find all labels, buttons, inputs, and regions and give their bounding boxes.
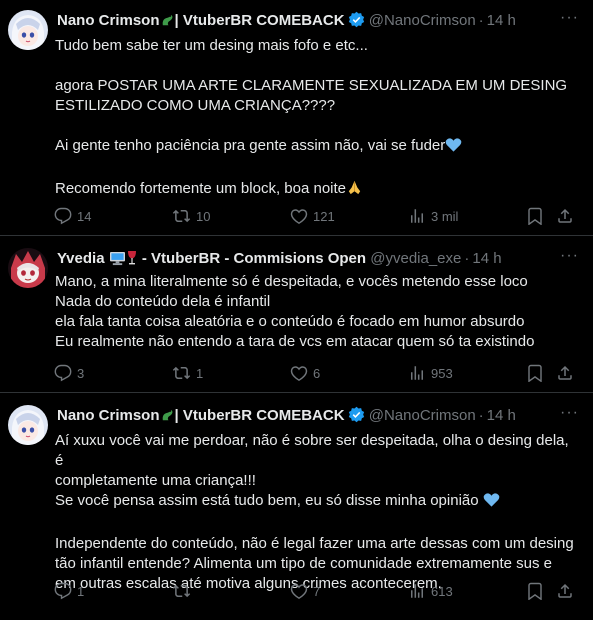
reply-icon (54, 207, 72, 225)
tweet-text: Aí xuxu você vai me perdoar, não é sobre… (55, 432, 574, 592)
share-icon (558, 208, 572, 223)
share-button[interactable] (556, 582, 574, 600)
reply-button[interactable]: 1 (54, 582, 84, 600)
tweet-actions: 1 7 613 (54, 582, 579, 602)
retweet-count: 1 (196, 365, 204, 381)
dragon-emoji-icon (160, 13, 175, 34)
like-icon (290, 366, 308, 382)
verified-icon (348, 11, 365, 34)
verified-icon (348, 406, 365, 429)
views-count: 613 (431, 583, 453, 599)
timestamp[interactable]: 14 h (487, 12, 516, 29)
like-button[interactable]: 7 (290, 582, 320, 600)
dragon-emoji-icon (160, 408, 175, 429)
reply-icon (54, 582, 72, 600)
wine-glass-emoji-icon (126, 250, 138, 272)
more-icon[interactable]: ··· (560, 404, 579, 422)
retweet-count: 10 (196, 208, 211, 224)
handle[interactable]: @NanoCrimson (369, 407, 476, 424)
bookmark-button[interactable] (526, 207, 544, 225)
retweet-icon (172, 366, 191, 380)
tweet-actions: 3 1 6 953 (54, 364, 579, 384)
bookmark-button[interactable] (526, 364, 544, 382)
avatar[interactable] (8, 405, 48, 445)
tweet-header: Nano Crimson | VtuberBR COMEBACK @NanoCri… (57, 406, 516, 429)
bookmark-icon (528, 207, 542, 225)
like-button[interactable]: 6 (290, 364, 320, 382)
bookmark-icon (528, 364, 542, 382)
more-icon[interactable]: ··· (560, 9, 579, 27)
retweet-icon (172, 584, 191, 598)
views-button[interactable]: 953 (408, 364, 453, 382)
bookmark-button[interactable] (526, 582, 544, 600)
reply-count: 1 (77, 583, 85, 599)
blue-heart-emoji-icon (483, 492, 500, 514)
avatar[interactable] (8, 248, 48, 288)
like-icon (290, 584, 308, 600)
retweet-icon (172, 209, 191, 223)
blue-heart-emoji-icon (445, 137, 462, 159)
views-icon (411, 584, 423, 598)
reply-count: 3 (77, 365, 85, 381)
share-button[interactable] (556, 207, 574, 225)
separator-dot: · (478, 407, 484, 424)
reply-button[interactable]: 3 (54, 364, 84, 382)
separator-dot: · (478, 12, 484, 29)
tweet[interactable]: Yvedia - VtuberBR - Commisions Open @yve… (0, 236, 593, 393)
timestamp[interactable]: 14 h (487, 407, 516, 424)
folded-hands-emoji-icon (346, 179, 363, 202)
display-name[interactable]: Nano Crimson | VtuberBR COMEBACK (57, 12, 345, 29)
share-button[interactable] (556, 364, 574, 382)
retweet-button[interactable] (172, 582, 196, 600)
computer-emoji-icon (109, 251, 126, 272)
like-icon (290, 209, 308, 225)
retweet-button[interactable]: 10 (172, 207, 210, 225)
handle[interactable]: @NanoCrimson (369, 12, 476, 29)
reply-icon (54, 364, 72, 382)
timestamp[interactable]: 14 h (472, 250, 501, 267)
tweet[interactable]: Nano Crimson | VtuberBR COMEBACK @NanoCri… (0, 393, 593, 620)
tweet-text: Mano, a mina literalmente só é despeitad… (55, 273, 535, 350)
tweet-header: Nano Crimson | VtuberBR COMEBACK @NanoCri… (57, 11, 516, 34)
tweet-text: Tudo bem sabe ter um desing mais fofo e … (55, 36, 577, 202)
display-name[interactable]: Nano Crimson | VtuberBR COMEBACK (57, 407, 345, 424)
bookmark-icon (528, 582, 542, 600)
views-icon (411, 366, 423, 380)
display-name[interactable]: Yvedia - VtuberBR - Commisions Open (57, 250, 366, 267)
like-count: 121 (313, 208, 335, 224)
reply-count: 14 (77, 208, 92, 224)
avatar[interactable] (8, 10, 48, 50)
share-icon (558, 365, 572, 380)
views-count: 3 mil (431, 208, 459, 224)
tweet-actions: 14 10 121 3 mil (54, 207, 579, 227)
views-count: 953 (431, 365, 453, 381)
separator-dot: · (464, 250, 470, 267)
retweet-button[interactable]: 1 (172, 364, 203, 382)
like-button[interactable]: 121 (290, 207, 335, 225)
tweet-header: Yvedia - VtuberBR - Commisions Open @yve… (57, 249, 502, 272)
like-count: 7 (313, 583, 321, 599)
handle[interactable]: @yvedia_exe (370, 250, 461, 267)
views-button[interactable]: 3 mil (408, 207, 458, 225)
more-icon[interactable]: ··· (560, 247, 579, 265)
views-icon (411, 209, 423, 223)
share-icon (558, 583, 572, 598)
reply-button[interactable]: 14 (54, 207, 91, 225)
tweet[interactable]: Nano Crimson | VtuberBR COMEBACK @NanoCri… (0, 0, 593, 236)
like-count: 6 (313, 365, 321, 381)
views-button[interactable]: 613 (408, 582, 453, 600)
